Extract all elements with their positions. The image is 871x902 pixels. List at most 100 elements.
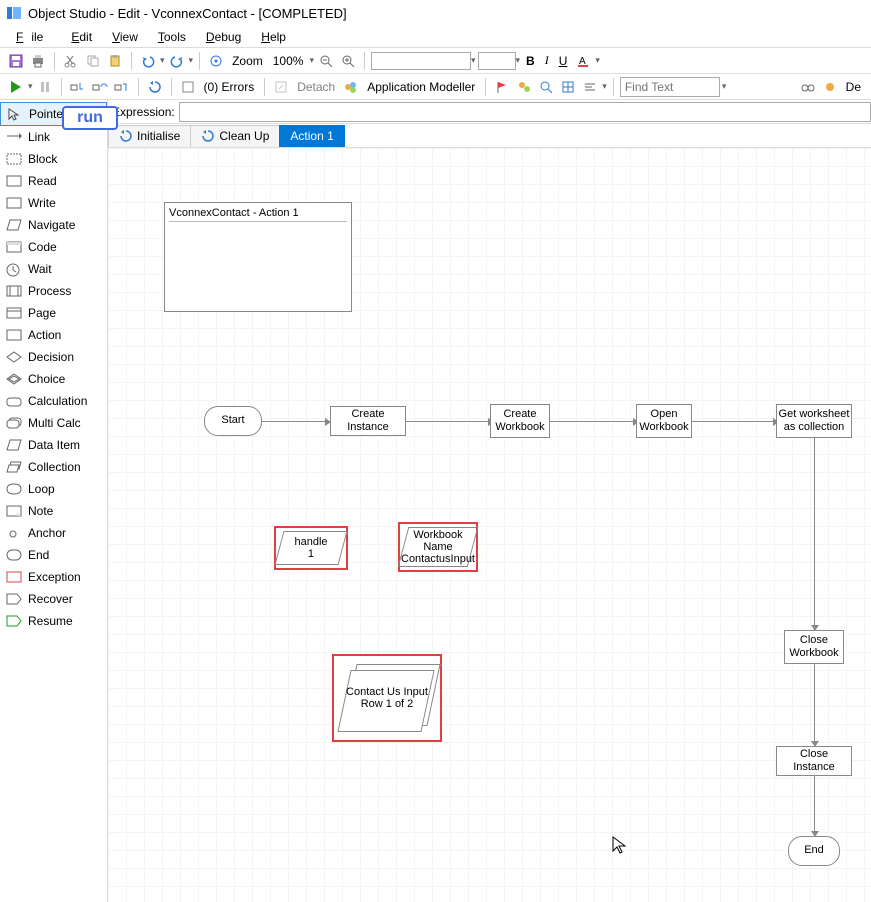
palette-process[interactable]: Process (0, 280, 107, 302)
palette-data-item[interactable]: Data Item (0, 434, 107, 456)
palette-write[interactable]: Write (0, 192, 107, 214)
menu-view[interactable]: View (104, 28, 146, 46)
copy-button[interactable] (83, 51, 103, 71)
stage-create-instance[interactable]: Create Instance (330, 406, 406, 436)
zoom-value[interactable]: 100% (269, 54, 308, 68)
data-item-handle[interactable]: handle 1 (274, 526, 348, 570)
menu-help[interactable]: Help (253, 28, 294, 46)
palette-collection[interactable]: Collection (0, 456, 107, 478)
collection-contact-us-input[interactable]: Contact Us Input Row 1 of 2 (332, 654, 442, 742)
font-family-arrow[interactable]: ▾ (471, 55, 476, 66)
palette-wait[interactable]: Wait (0, 258, 107, 280)
palette-page[interactable]: Page (0, 302, 107, 324)
menu-file[interactable]: File (8, 28, 59, 46)
toolbar-2: ▾ (0) Errors Detach Application Modeller… (0, 74, 871, 100)
link-arrow (814, 438, 815, 630)
errors-label[interactable]: (0) Errors (200, 80, 259, 94)
menu-debug[interactable]: Debug (198, 28, 249, 46)
paste-button[interactable] (105, 51, 125, 71)
stage-start[interactable]: Start (204, 406, 262, 436)
redo-dropdown[interactable]: ▾ (189, 55, 194, 66)
zoom-label: Zoom (228, 54, 267, 68)
stage-create-workbook[interactable]: Create Workbook (490, 404, 550, 438)
palette-end[interactable]: End (0, 544, 107, 566)
zoom-in-button[interactable] (338, 51, 358, 71)
gears-button[interactable] (514, 77, 534, 97)
detach-label[interactable]: Detach (293, 80, 339, 94)
mouse-cursor-icon (612, 836, 628, 856)
errors-icon[interactable] (178, 77, 198, 97)
undo-button[interactable] (138, 51, 158, 71)
palette-block[interactable]: Block (0, 148, 107, 170)
binoculars-icon[interactable] (798, 77, 818, 97)
palette-multi-calc[interactable]: Multi Calc (0, 412, 107, 434)
palette-action[interactable]: Action (0, 324, 107, 346)
play-dropdown[interactable]: ▾ (28, 81, 33, 92)
expression-label: Expression: (108, 105, 179, 119)
print-button[interactable] (28, 51, 48, 71)
app-modeller-icon[interactable] (341, 77, 361, 97)
zoom-dropdown[interactable]: ▾ (309, 55, 314, 66)
underline-button[interactable]: U (555, 54, 572, 68)
stage-get-worksheet[interactable]: Get worksheet as collection (776, 404, 852, 438)
title-bar: Object Studio - Edit - VconnexContact - … (0, 0, 871, 26)
palette-resume[interactable]: Resume (0, 610, 107, 632)
palette-read[interactable]: Read (0, 170, 107, 192)
main-area: Expression: Initialise Clean Up Action 1… (108, 100, 871, 902)
palette-exception[interactable]: Exception (0, 566, 107, 588)
redo-button[interactable] (167, 51, 187, 71)
find-arrow[interactable]: ▾ (722, 81, 727, 92)
palette-note[interactable]: Note (0, 500, 107, 522)
play-button[interactable] (6, 77, 26, 97)
tab-action1[interactable]: Action 1 (279, 125, 344, 147)
menu-edit[interactable]: Edit (63, 28, 100, 46)
align-button[interactable] (580, 77, 600, 97)
bold-button[interactable]: B (522, 54, 539, 68)
data-item-workbook-name[interactable]: Workbook Name ContactusInput (398, 522, 478, 572)
save-button[interactable] (6, 51, 26, 71)
italic-button[interactable]: I (541, 53, 553, 68)
undo-dropdown[interactable]: ▾ (160, 55, 165, 66)
stage-open-workbook[interactable]: Open Workbook (636, 404, 692, 438)
page-info-box[interactable]: VconnexContact - Action 1 (164, 202, 352, 312)
flag-button[interactable] (492, 77, 512, 97)
find-text-input[interactable] (620, 77, 720, 97)
font-size-arrow[interactable]: ▾ (516, 55, 521, 66)
stage-close-workbook[interactable]: Close Workbook (784, 630, 844, 664)
align-arrow[interactable]: ▾ (602, 81, 607, 92)
step-over-button[interactable] (90, 77, 110, 97)
stage-close-instance[interactable]: Close Instance (776, 746, 852, 776)
font-size-dropdown[interactable] (478, 52, 516, 70)
palette-code[interactable]: Code (0, 236, 107, 258)
page-tabs: Initialise Clean Up Action 1 (108, 124, 871, 148)
tab-cleanup[interactable]: Clean Up (190, 125, 280, 147)
stage-end[interactable]: End (788, 836, 840, 866)
zoom-out-button[interactable] (316, 51, 336, 71)
palette-decision[interactable]: Decision (0, 346, 107, 368)
tab-initialise[interactable]: Initialise (108, 125, 191, 147)
app-modeller-label[interactable]: Application Modeller (363, 80, 479, 94)
palette-loop[interactable]: Loop (0, 478, 107, 500)
detach-icon[interactable] (271, 77, 291, 97)
step-into-button[interactable] (68, 77, 88, 97)
diagram-canvas[interactable]: VconnexContact - Action 1 Start Create I… (108, 148, 871, 902)
link-arrow (814, 664, 815, 746)
step-out-button[interactable] (112, 77, 132, 97)
palette-recover[interactable]: Recover (0, 588, 107, 610)
palette-anchor[interactable]: Anchor (0, 522, 107, 544)
reset-button[interactable] (145, 77, 165, 97)
grid-button[interactable] (558, 77, 578, 97)
palette-choice[interactable]: Choice (0, 368, 107, 390)
find-tool-button[interactable] (536, 77, 556, 97)
font-color-button[interactable]: A (573, 51, 593, 71)
expression-input[interactable] (179, 102, 871, 122)
cut-button[interactable] (61, 51, 81, 71)
font-color-arrow[interactable]: ▾ (595, 55, 600, 66)
gears2-icon[interactable] (820, 77, 840, 97)
font-family-dropdown[interactable] (371, 52, 471, 70)
palette-calculation[interactable]: Calculation (0, 390, 107, 412)
palette-navigate[interactable]: Navigate (0, 214, 107, 236)
pause-button[interactable] (35, 77, 55, 97)
menu-tools[interactable]: Tools (150, 28, 194, 46)
zoom-target-icon[interactable] (206, 51, 226, 71)
